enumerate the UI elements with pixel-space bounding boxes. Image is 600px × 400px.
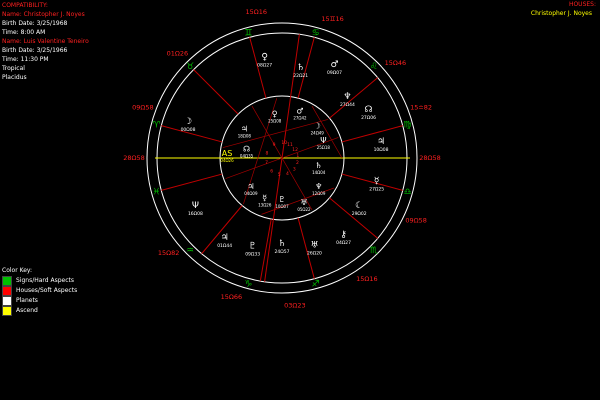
house-cusp-label: 15Ω82 xyxy=(158,249,180,257)
astrology-wheel: ♈ ♉ ♊ ♋ ♌ ♍ ♎ ♏ ♐ ♑ ♒ ♓ 15Ω16 15♊16 15Ω46 15≏82 28Ω58 09… xyxy=(123,8,441,309)
house-cusp-label: 09Ω58 xyxy=(405,217,427,225)
house-cusp-label: 15≏82 xyxy=(410,103,432,111)
house-cusp-line xyxy=(329,197,379,239)
inner-planet-glyph: ♄ xyxy=(315,161,322,170)
outer-planet-glyph: ♄ xyxy=(278,239,286,249)
inner-house-number: 7 xyxy=(265,160,268,166)
inner-planets: ♂27Ω42♀25Ω08♃18Ω08AS04Ω26☊04Ω35♄14Ω04♆12… xyxy=(220,106,330,212)
outer-planet-degree: 00Ω08 xyxy=(181,127,196,133)
inner-planet-glyph: ♆ xyxy=(315,182,322,191)
outer-planet-degree: 27Ω06 xyxy=(361,115,376,121)
inner-planet-glyph: ☽ xyxy=(314,121,321,130)
inner-planet-degree: 04Ω35 xyxy=(240,154,254,159)
inner-planet-degree: 04Ω26 xyxy=(220,158,234,163)
outer-planet-glyph: ♅ xyxy=(310,240,318,250)
sign-glyph: ♉ xyxy=(186,62,194,72)
inner-planet-glyph: Ψ xyxy=(320,136,326,145)
inner-planet-glyph: ♂ xyxy=(296,106,303,115)
inner-planet-degree: 25Ω18 xyxy=(317,145,331,150)
outer-planet-degree: 27Ω44 xyxy=(340,102,355,108)
sign-glyph: ♍ xyxy=(404,120,412,130)
house-cusp-label: 15Ω16 xyxy=(246,8,268,16)
sign-glyph: ♑ xyxy=(244,280,252,290)
inner-house-number: 4 xyxy=(286,171,289,177)
sign-glyph: ♌ xyxy=(370,62,378,72)
outer-planet-degree: 27Ω25 xyxy=(369,186,384,192)
outer-planet-glyph: ♀ xyxy=(261,53,268,63)
house-cusp-label: 28Ω58 xyxy=(419,154,441,162)
outer-planet-degree: 26Ω20 xyxy=(307,250,322,256)
outer-planet-glyph: Ψ xyxy=(192,201,199,211)
outer-planet-glyph: ☊ xyxy=(365,105,373,115)
inner-planet-degree: 14Ω04 xyxy=(312,170,326,175)
outer-planet-glyph: ♄ xyxy=(297,63,305,73)
outer-planet-degree: 09Ω33 xyxy=(245,251,260,257)
inner-planet-degree: 27Ω42 xyxy=(293,115,307,120)
house-cusp-label: 01Ω26 xyxy=(167,49,189,57)
sign-glyph: ♏ xyxy=(370,246,378,256)
outer-planet-degree: 01Ω44 xyxy=(217,243,232,249)
outer-planet-degree: 29Ω02 xyxy=(352,211,367,217)
inner-planet-glyph: ♇ xyxy=(278,195,285,204)
inner-planet-glyph: ♀ xyxy=(272,110,278,119)
outer-planet-degree: 08Ω27 xyxy=(257,63,272,69)
inner-planet-degree: 05Ω22 xyxy=(297,207,311,212)
outer-planet-glyph: ♃ xyxy=(221,233,229,243)
inner-house-number: 2 xyxy=(296,160,299,166)
house-cusp-line xyxy=(193,69,239,115)
sign-glyph: ♐ xyxy=(312,280,320,290)
house-cusp-label: 28Ω58 xyxy=(123,154,145,162)
sign-glyph: ♒ xyxy=(186,246,194,256)
outer-planet-glyph: ♇ xyxy=(249,241,257,251)
house-cusp-line xyxy=(341,125,403,143)
inner-planet-glyph: AS xyxy=(222,149,233,158)
house-cusp-line xyxy=(161,173,223,191)
inner-house-number: 1 xyxy=(296,153,299,159)
sign-glyph: ♊ xyxy=(244,28,252,38)
inner-planet-degree: 25Ω08 xyxy=(268,119,282,124)
outer-planets: ♀08Ω27 ♄22Ω21♂09Ω07♆27Ω44 ☊27Ω06♃10Ω08☿27Ω… xyxy=(181,53,389,258)
outer-planet-glyph: ☾ xyxy=(355,201,363,211)
inner-house-number: 12 xyxy=(292,147,298,153)
inner-planet-degree: 12Ω09 xyxy=(312,191,326,196)
house-cusp-label: 15Ω46 xyxy=(385,59,407,67)
inner-planet-degree: 10Ω07 xyxy=(275,204,289,209)
inner-planet-degree: 18Ω08 xyxy=(238,134,252,139)
house-cusp-label: 15Ω66 xyxy=(221,293,243,301)
inner-house-number: 9 xyxy=(273,142,276,148)
sign-glyph: ♋ xyxy=(312,28,320,38)
house-cusp-label: 09Ω58 xyxy=(132,103,154,111)
outer-planet-degree: 10Ω08 xyxy=(374,147,389,153)
inner-planet-glyph: ☊ xyxy=(243,145,250,154)
outer-planet-degree: 09Ω07 xyxy=(327,70,342,76)
inner-planet-glyph: ♃ xyxy=(241,125,248,134)
inner-house-number: 3 xyxy=(293,166,296,172)
inner-planet-glyph: ♅ xyxy=(300,198,307,207)
outer-planet-degree: 24Ω57 xyxy=(275,249,290,255)
inner-planet-glyph: ♃ xyxy=(247,182,254,191)
inner-house-number: 6 xyxy=(270,168,273,174)
outer-planet-degree: 04Ω27 xyxy=(336,240,351,246)
inner-house-number: 5 xyxy=(278,172,281,178)
outer-planet-glyph: ☽ xyxy=(184,117,192,127)
inner-house-number: 8 xyxy=(266,151,269,157)
outer-planet-glyph: ☿ xyxy=(374,176,380,186)
house-cusp-label: 03Ω23 xyxy=(284,301,306,309)
house-cusp-label: 15Ω16 xyxy=(356,275,378,283)
sign-glyph: ♓ xyxy=(152,188,160,198)
outer-planet-glyph: ⚷ xyxy=(340,230,347,240)
outer-planet-glyph: ♆ xyxy=(343,92,351,102)
inner-planet-degree: 13Ω26 xyxy=(258,203,272,208)
sign-glyph: ♈ xyxy=(152,120,161,130)
sign-glyph: ♎ xyxy=(404,188,412,198)
outer-planet-glyph: ♃ xyxy=(377,137,385,147)
inner-planet-degree: 04Ω09 xyxy=(244,191,258,196)
house-cusp-label: 15♊16 xyxy=(321,15,343,23)
inner-planet-glyph: ☿ xyxy=(262,194,267,203)
outer-planet-degree: 22Ω21 xyxy=(293,73,308,79)
outer-planet-degree: 16Ω08 xyxy=(188,211,203,217)
inner-planet-degree: 24Ω49 xyxy=(311,130,325,135)
outer-planet-glyph: ♂ xyxy=(330,60,338,70)
